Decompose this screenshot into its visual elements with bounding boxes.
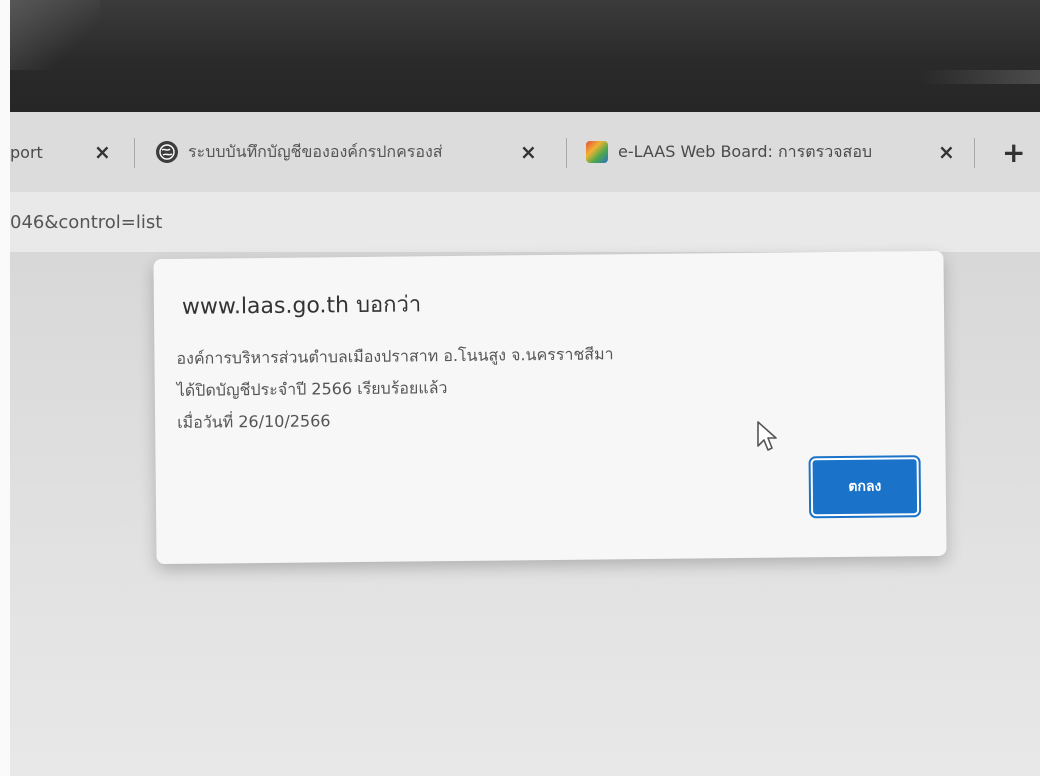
tab-close-icon[interactable]: ×	[938, 140, 955, 164]
tab-label: e-LAAS Web Board: การตรวจสอบ	[618, 141, 873, 161]
screen-glare	[10, 0, 100, 70]
address-bar[interactable]: 046&control=list	[10, 192, 1040, 253]
dialog-message: องค์การบริหารส่วนตำบลเมืองปราสาท อ.โนนสู…	[176, 337, 777, 439]
tab-separator	[974, 138, 975, 168]
dialog-message-line: เมื่อวันที่ 26/10/2566	[177, 411, 331, 432]
tab-close-icon[interactable]: ×	[94, 140, 111, 164]
dialog-title: www.laas.go.th บอกว่า	[181, 292, 422, 320]
tab-separator	[566, 138, 567, 168]
url-text[interactable]: 046&control=list	[10, 212, 162, 233]
tab-report[interactable]: port ×	[10, 130, 120, 174]
tab-label: ระบบบันทึกบัญชีขององค์กรปกครองส่	[188, 141, 443, 161]
globe-icon	[156, 141, 178, 163]
tab-close-icon[interactable]: ×	[520, 140, 537, 164]
ok-button[interactable]: ตกลง	[808, 455, 922, 519]
screen-photo: port × ระบบบันทึกบัญชีขององค์กรปกครองส่ …	[0, 0, 1040, 776]
web-board-icon	[586, 141, 608, 163]
tab-elaas-web-board[interactable]: e-LAAS Web Board: การตรวจสอบ ×	[586, 130, 976, 174]
browser-tab-strip: port × ระบบบันทึกบัญชีขององค์กรปกครองส่ …	[10, 112, 1040, 193]
alert-dialog: www.laas.go.th บอกว่า องค์การบริหารส่วนต…	[153, 250, 947, 565]
mouse-cursor-icon	[756, 420, 778, 458]
screen-glare	[920, 70, 1040, 84]
new-tab-icon[interactable]: +	[1002, 136, 1025, 169]
photo-edge	[0, 0, 10, 776]
tab-label: port	[10, 142, 43, 162]
monitor-bezel	[0, 0, 1040, 112]
tab-laas-accounting[interactable]: ระบบบันทึกบัญชีขององค์กรปกครองส่ ×	[156, 130, 566, 174]
tab-separator	[134, 138, 135, 168]
